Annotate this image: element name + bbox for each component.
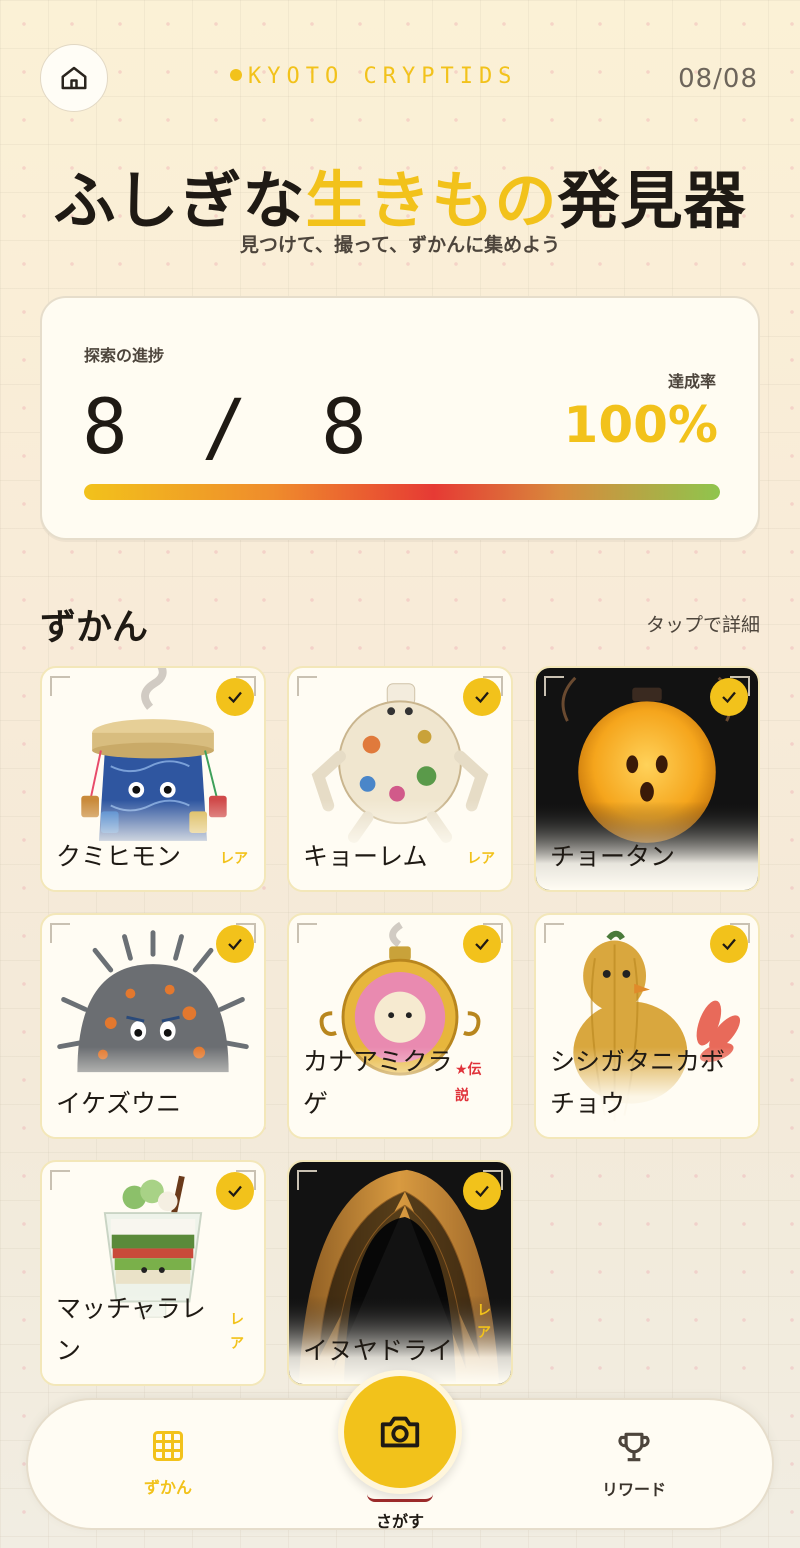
brand-dot-icon <box>230 69 242 81</box>
nav-zukan-label: ずかん <box>143 1478 192 1497</box>
creature-card-ikezuuni[interactable]: イケズウニ <box>40 913 266 1139</box>
creature-name: イケズウニ <box>56 1089 182 1118</box>
rare-badge: レア <box>467 851 495 867</box>
progress-count: 8 / 8 <box>82 382 381 471</box>
title-part2: 発見器 <box>557 164 747 237</box>
nav-reward[interactable]: リワード <box>574 1428 694 1500</box>
collection-hint: タップで詳細 <box>645 614 760 636</box>
nav-reward-label: リワード <box>601 1480 666 1499</box>
creature-name: クミヒモン <box>56 842 182 871</box>
page-title: ふしぎな生きもの発見器 <box>0 150 800 240</box>
camera-arc <box>367 1494 433 1502</box>
grid-icon <box>153 1431 183 1461</box>
progress-bar <box>84 484 720 500</box>
collected-check-icon <box>463 925 501 963</box>
home-button[interactable] <box>40 44 108 112</box>
creature-name: チョータン <box>550 842 676 871</box>
rare-badge: レア <box>230 1312 244 1352</box>
creature-name: マッチャラレン <box>56 1294 206 1365</box>
nav-zukan[interactable]: ずかん <box>108 1428 228 1498</box>
frame-corner-icon <box>297 676 317 696</box>
frame-corner-icon <box>50 1170 70 1190</box>
rare-badge: レア <box>220 851 248 867</box>
creature-card-kumihimon[interactable]: クミヒモン レア <box>40 666 266 892</box>
creature-card-kyorem[interactable]: キョーレム レア <box>287 666 513 892</box>
legend-badge: ★伝説 <box>455 1062 482 1104</box>
camera-icon <box>380 1416 420 1448</box>
frame-corner-icon <box>544 676 564 696</box>
creature-card-chotan[interactable]: チョータン <box>534 666 760 892</box>
collected-check-icon <box>463 678 501 716</box>
progress-label: 探索の進捗 <box>84 346 165 365</box>
creature-card-inuyadorai[interactable]: イヌヤドライ レア <box>287 1160 513 1386</box>
creature-name: カナアミクラゲ <box>303 1047 453 1118</box>
camera-button[interactable] <box>338 1370 462 1494</box>
rate-label: 達成率 <box>667 372 716 391</box>
collection-title: ずかん <box>40 607 149 648</box>
collected-check-icon <box>216 1172 254 1210</box>
collected-check-icon <box>710 925 748 963</box>
title-part1: ふしぎな <box>53 164 306 237</box>
title-accent: 生きもの <box>305 164 558 237</box>
creature-name: キョーレム <box>303 842 428 871</box>
progress-card: 探索の進捗 8 / 8 達成率 100% <box>40 296 760 540</box>
frame-corner-icon <box>297 923 317 943</box>
creature-name: イヌヤドライ <box>303 1336 454 1365</box>
creature-card-shishigatanikabocho[interactable]: シシガタニカボチョウ <box>534 913 760 1139</box>
creature-card-kanaamikurage[interactable]: カナアミクラゲ ★伝説 <box>287 913 513 1139</box>
trophy-icon <box>618 1432 650 1462</box>
page-subtitle: 見つけて、撮って、ずかんに集めよう <box>239 234 561 256</box>
home-icon <box>61 66 87 90</box>
collected-check-icon <box>216 678 254 716</box>
rare-badge: レア <box>477 1303 491 1341</box>
collected-check-icon <box>710 678 748 716</box>
progress-bar-fill <box>84 484 720 500</box>
collected-check-icon <box>463 1172 501 1210</box>
rate-value: 100% <box>563 396 718 454</box>
collected-check-icon <box>216 925 254 963</box>
creature-card-matcharalen[interactable]: マッチャラレン レア <box>40 1160 266 1386</box>
frame-corner-icon <box>544 923 564 943</box>
date-label: 08/08 <box>678 64 758 94</box>
brand-label: KYOTO CRYPTIDS <box>230 64 517 89</box>
brand-text: KYOTO CRYPTIDS <box>248 64 518 89</box>
frame-corner-icon <box>50 676 70 696</box>
creature-name: シシガタニカボチョウ <box>550 1047 726 1118</box>
camera-label: さがす <box>375 1512 424 1531</box>
frame-corner-icon <box>297 1170 317 1190</box>
frame-corner-icon <box>50 923 70 943</box>
